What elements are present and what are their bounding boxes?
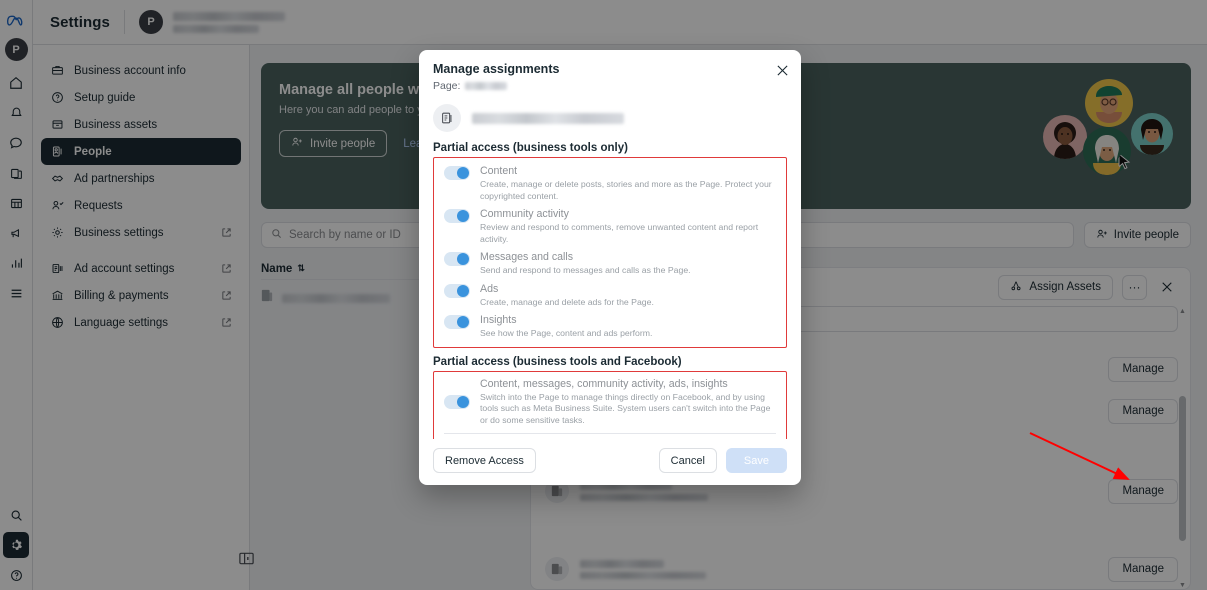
divider	[444, 433, 776, 434]
permission-desc: Send and respond to messages and calls a…	[480, 265, 691, 275]
toggle-knob	[457, 210, 469, 222]
permission-texts: Ads Create, manage and delete ads for th…	[480, 283, 778, 309]
permission-title: Community activity	[480, 208, 569, 220]
permission-row-messages-and-calls[interactable]: Messages and calls Send and respond to m…	[434, 248, 786, 280]
toggle-community-activity[interactable]	[444, 209, 470, 223]
permission-row-insights[interactable]: Insights See how the Page, content and a…	[434, 311, 786, 343]
permission-row-community-activity[interactable]: Community activity Review and respond to…	[434, 205, 786, 248]
app-root: P Settings P Business account info Setup…	[0, 0, 1207, 590]
dialog-body: Partial access (business tools only) Con…	[419, 142, 801, 439]
manage-assignments-dialog: Manage assignments Page: Partial access …	[419, 50, 801, 485]
annotation-highlight-box-2: Content, messages, community activity, a…	[433, 370, 787, 439]
toggle-knob	[457, 396, 469, 409]
permission-texts: Insights See how the Page, content and a…	[480, 314, 778, 340]
toggle-knob	[457, 167, 469, 179]
permission-row-content[interactable]: Content Create, manage or delete posts, …	[434, 162, 786, 205]
permission-desc: Review and respond to comments, remove u…	[480, 222, 759, 244]
toggle-knob	[457, 316, 469, 328]
dialog-title: Manage assignments	[433, 62, 560, 76]
dialog-header: Manage assignments Page:	[419, 50, 801, 92]
permission-title: Content	[480, 165, 518, 177]
toggle-partial-facebook[interactable]	[444, 395, 470, 410]
permission-title: Content, messages, community activity, a…	[480, 377, 728, 390]
dialog-page-row	[419, 92, 801, 142]
permission-title: Insights	[480, 314, 517, 326]
redacted-page-title	[472, 112, 624, 124]
permission-desc: Switch into the Page to manage things di…	[480, 391, 771, 425]
permission-desc: Create, manage or delete posts, stories …	[480, 179, 772, 201]
toggle-messages-and-calls[interactable]	[444, 252, 470, 266]
toggle-insights[interactable]	[444, 315, 470, 329]
save-button[interactable]: Save	[725, 448, 787, 473]
permission-title: Ads	[480, 282, 499, 295]
toggle-content[interactable]	[444, 166, 470, 180]
permission-row-partial-fb[interactable]: Content, messages, community activity, a…	[434, 372, 786, 431]
permission-desc: Create, manage and delete ads for the Pa…	[480, 296, 654, 307]
toggle-knob	[457, 253, 469, 265]
section-heading-partial-business-tools-and-facebook: Partial access (business tools and Faceb…	[433, 355, 682, 368]
permission-texts: Content, messages, community activity, a…	[480, 378, 778, 427]
dialog-footer: Remove Access Cancel Save	[419, 439, 801, 485]
toggle-knob	[457, 284, 469, 297]
permission-texts: Content Create, manage or delete posts, …	[480, 165, 778, 202]
remove-access-button[interactable]: Remove Access	[433, 448, 536, 473]
permission-desc: See how the Page, content and ads perfor…	[480, 328, 653, 338]
toggle-ads[interactable]	[444, 283, 470, 298]
section-heading-partial-business-tools: Partial access (business tools only)	[433, 142, 628, 154]
annotation-highlight-box-1: Content Create, manage or delete posts, …	[433, 157, 787, 348]
permission-texts: Community activity Review and respond to…	[480, 208, 778, 245]
footer-right-actions: Cancel Save	[658, 448, 787, 473]
page-icon	[433, 104, 461, 132]
cancel-button[interactable]: Cancel	[658, 448, 717, 473]
close-icon[interactable]	[774, 62, 790, 78]
permission-texts: Messages and calls Send and respond to m…	[480, 251, 778, 277]
redacted-page-name	[465, 82, 508, 90]
permission-title: Messages and calls	[480, 251, 574, 263]
page-label: Page:	[433, 80, 461, 92]
permission-row-ads[interactable]: Ads Create, manage and delete ads for th…	[434, 280, 786, 312]
dialog-page-label-row: Page:	[433, 80, 787, 92]
